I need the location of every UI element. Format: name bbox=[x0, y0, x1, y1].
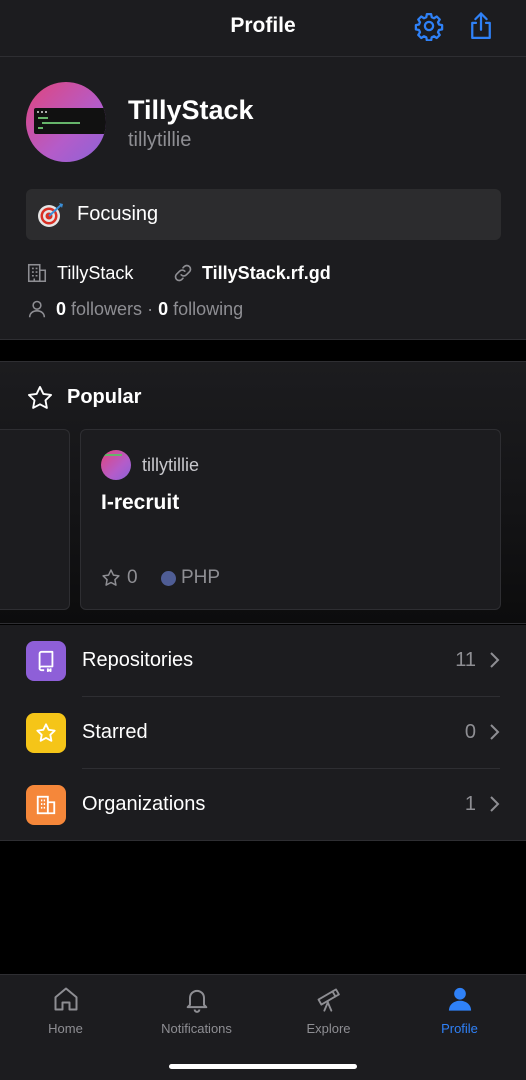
repo-card[interactable]: tillytillie I-recruit 0 PHP bbox=[80, 429, 501, 610]
menu-item-starred[interactable]: Starred 0 bbox=[0, 697, 526, 769]
tab-explore[interactable]: Explore bbox=[263, 975, 394, 1045]
followers-row: 0 followers · 0 following bbox=[26, 298, 506, 322]
organization-icon bbox=[26, 785, 66, 825]
menu-item-label: Repositories bbox=[82, 649, 194, 671]
page-title: Profile bbox=[230, 14, 296, 37]
link-icon bbox=[174, 264, 192, 282]
followers-label[interactable]: followers bbox=[71, 299, 142, 319]
tab-notifications[interactable]: Notifications bbox=[131, 975, 262, 1045]
repo-card-previous[interactable] bbox=[0, 429, 70, 610]
gear-icon[interactable] bbox=[414, 11, 444, 41]
repo-language: PHP bbox=[181, 567, 221, 588]
repo-name: I-recruit bbox=[101, 491, 180, 514]
star-outline-icon bbox=[102, 569, 120, 586]
chevron-right-icon bbox=[490, 724, 500, 740]
tab-home[interactable]: Home bbox=[0, 975, 131, 1045]
menu-item-count: 1 bbox=[464, 793, 476, 815]
star-outline-icon bbox=[27, 385, 53, 409]
avatar-terminal-graphic bbox=[34, 108, 106, 134]
profile-menu: Repositories 11 Starred 0 Organizations … bbox=[0, 625, 526, 841]
menu-item-count: 11 bbox=[455, 649, 476, 671]
profile-header: TillyStack tillytillie Focusing TillySta… bbox=[0, 57, 526, 340]
person-icon bbox=[448, 987, 471, 1011]
home-icon bbox=[54, 987, 77, 1011]
tab-label: Notifications bbox=[161, 1021, 232, 1036]
language-color-dot bbox=[161, 571, 176, 586]
website-link[interactable]: TillyStack.rf.gd bbox=[202, 263, 331, 284]
repo-owner: tillytillie bbox=[142, 455, 200, 475]
home-indicator[interactable] bbox=[169, 1064, 357, 1069]
repo-stars: 0 bbox=[127, 567, 138, 588]
following-label[interactable]: following bbox=[173, 299, 243, 319]
popular-title: Popular bbox=[67, 386, 142, 408]
avatar-terminal-graphic bbox=[101, 450, 128, 460]
following-count[interactable]: 0 bbox=[158, 299, 168, 319]
company-website-row: TillyStack TillyStack.rf.gd bbox=[26, 262, 506, 286]
followers-count[interactable]: 0 bbox=[56, 299, 66, 319]
menu-item-repositories[interactable]: Repositories 11 bbox=[0, 625, 526, 697]
bell-icon bbox=[186, 989, 207, 1013]
username: tillytillie bbox=[128, 129, 192, 151]
direct-hit-target-icon bbox=[38, 203, 63, 227]
repo-icon bbox=[26, 641, 66, 681]
share-icon[interactable] bbox=[466, 11, 496, 41]
tab-label: Home bbox=[48, 1021, 83, 1036]
tab-label: Explore bbox=[306, 1021, 351, 1036]
tab-profile[interactable]: Profile bbox=[394, 975, 525, 1045]
telescope-icon bbox=[317, 988, 340, 1012]
person-outline-icon bbox=[28, 300, 46, 318]
top-navigation-bar: Profile bbox=[0, 0, 526, 57]
chevron-right-icon bbox=[490, 796, 500, 812]
repo-owner-avatar bbox=[101, 450, 131, 480]
menu-item-count: 0 bbox=[464, 721, 476, 743]
chevron-right-icon bbox=[490, 652, 500, 668]
tab-label: Profile bbox=[441, 1021, 478, 1036]
status-text: Focusing bbox=[77, 203, 159, 225]
menu-item-label: Starred bbox=[82, 721, 148, 743]
menu-item-organizations[interactable]: Organizations 1 bbox=[0, 769, 526, 841]
menu-item-label: Organizations bbox=[82, 793, 206, 815]
company-name: TillyStack bbox=[57, 263, 134, 283]
popular-section: Popular tillytillie I-recruit 0 PHP bbox=[0, 361, 526, 624]
building-icon bbox=[27, 263, 47, 283]
display-name: TillyStack bbox=[128, 95, 254, 125]
avatar[interactable] bbox=[26, 82, 106, 162]
status-box[interactable]: Focusing bbox=[26, 189, 501, 240]
star-icon bbox=[26, 713, 66, 753]
separator-dot: · bbox=[147, 299, 154, 319]
